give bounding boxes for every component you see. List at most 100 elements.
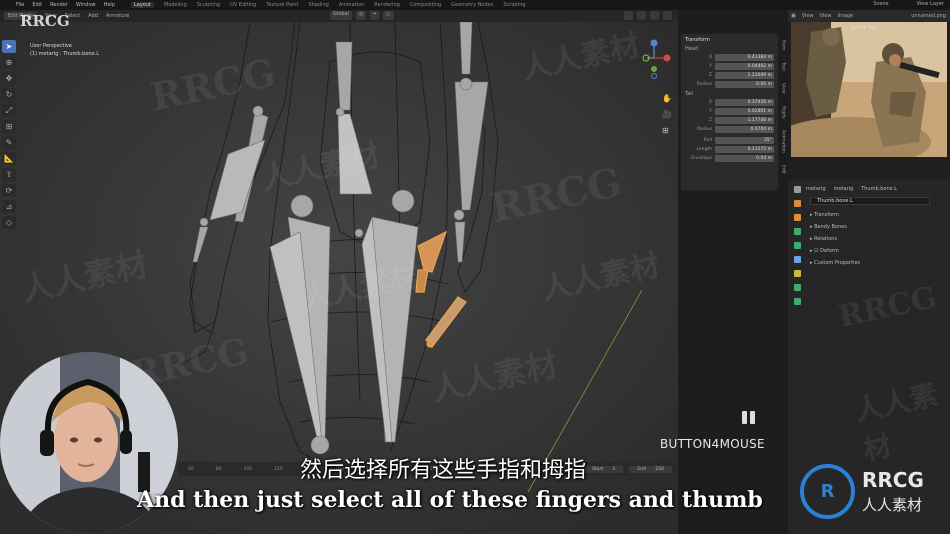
- output-props-icon[interactable]: [793, 214, 801, 221]
- menu-armature[interactable]: Armature: [106, 13, 129, 19]
- rotate-icon[interactable]: ↻: [2, 88, 16, 101]
- bone-size-icon[interactable]: ⊿: [2, 200, 16, 213]
- envelope-row: Envelope 0.04 m: [691, 154, 774, 162]
- section-custom-properties[interactable]: ▸ Custom Properties: [806, 257, 948, 269]
- length-field[interactable]: 0.11272 m: [715, 145, 774, 153]
- roll-field[interactable]: 35°: [715, 136, 774, 144]
- menu-help[interactable]: Help: [104, 2, 115, 8]
- image-editor-header: ▣ View View Image unnamed.png: [788, 10, 950, 22]
- tail-y-field[interactable]: 0.02801 m: [715, 107, 774, 115]
- tab-item[interactable]: Item: [781, 40, 786, 50]
- xray-icon[interactable]: [637, 11, 646, 20]
- hand-pan-icon[interactable]: ✋: [662, 94, 672, 104]
- tool-props-icon[interactable]: [793, 186, 801, 193]
- section-deform[interactable]: ▸ ☑ Deform: [806, 245, 948, 257]
- tail-z-field[interactable]: 1.17746 m: [715, 116, 774, 124]
- measure-icon[interactable]: 📐: [2, 152, 16, 165]
- pivot-icon[interactable]: ◎: [355, 11, 367, 20]
- render-props-icon[interactable]: [793, 200, 801, 207]
- transform-icon[interactable]: ⊞: [2, 120, 16, 133]
- keypress-overlay: BUTTON4MOUSE: [660, 411, 765, 451]
- cursor-icon[interactable]: ⊕: [2, 56, 16, 69]
- tab-rigify[interactable]: Rigify: [781, 106, 786, 119]
- head-z-field[interactable]: 1.21049 m: [715, 71, 774, 79]
- transform-panel-title: Transform: [685, 37, 710, 43]
- bone-name-field[interactable]: Thumb.bone.L: [810, 197, 930, 205]
- image-editor-type-icon[interactable]: ▣: [791, 13, 796, 19]
- main-menu: File Edit Render Window Help: [0, 2, 115, 8]
- proportional-icon[interactable]: ○: [383, 11, 394, 20]
- tab-uv-editing[interactable]: UV Editing: [230, 2, 256, 8]
- extrude-icon[interactable]: ⇪: [2, 168, 16, 181]
- bone-constraint-icon[interactable]: [793, 298, 801, 305]
- tail-x-field[interactable]: 0.37416 m: [715, 98, 774, 106]
- viewport-shading-controls: [624, 11, 672, 20]
- tab-modeling[interactable]: Modeling: [164, 2, 187, 8]
- frame-range: Start 1 End 250: [584, 465, 672, 473]
- tab-tool[interactable]: Tool: [781, 62, 786, 71]
- material-shading-icon[interactable]: [663, 11, 672, 20]
- tab-shading[interactable]: Shading: [308, 2, 328, 8]
- head-radius-field[interactable]: 0.00 m: [715, 80, 774, 88]
- tail-z-row: Z 1.17746 m: [708, 116, 774, 124]
- tab-edit[interactable]: Edit: [781, 165, 786, 174]
- snap-icon[interactable]: ⌖: [370, 11, 380, 20]
- overlay-icon[interactable]: [624, 11, 633, 20]
- head-x-field[interactable]: 0.41384 m: [715, 53, 774, 61]
- camera-icon[interactable]: 🎥: [662, 110, 672, 120]
- tab-texture-paint[interactable]: Texture Paint: [266, 2, 298, 8]
- object-props-icon[interactable]: [793, 228, 801, 235]
- tail-y-row: Y 0.02801 m: [709, 107, 774, 115]
- tab-rendering[interactable]: Rendering: [374, 2, 400, 8]
- grid-icon[interactable]: ⊞: [662, 126, 672, 136]
- start-frame-field[interactable]: Start 1: [584, 465, 624, 473]
- navigation-gizmo[interactable]: [640, 36, 680, 80]
- scale-icon[interactable]: ⤢: [2, 104, 16, 117]
- image-menu-view-2[interactable]: View: [820, 13, 832, 19]
- tab-view[interactable]: View: [781, 83, 786, 94]
- tab-layout[interactable]: Layout: [131, 2, 154, 8]
- tail-radius-row: Radius 0.0704 m: [696, 125, 774, 133]
- watermark-cn-right: 人人素材: [851, 377, 941, 467]
- tab-animation-side[interactable]: Animation: [781, 130, 786, 153]
- annotate-icon[interactable]: ✎: [2, 136, 16, 149]
- menu-window[interactable]: Window: [76, 2, 96, 8]
- solid-shading-icon[interactable]: [650, 11, 659, 20]
- corner-watermark-logo: RRCG: [20, 12, 70, 30]
- image-menu-view[interactable]: View: [802, 13, 814, 19]
- image-menu-image[interactable]: Image: [837, 13, 853, 19]
- data-props-icon[interactable]: [793, 284, 801, 291]
- envelope-field[interactable]: 0.04 m: [715, 154, 774, 162]
- roll-icon[interactable]: ⟳: [2, 184, 16, 197]
- move-icon[interactable]: ✥: [2, 72, 16, 85]
- tab-animation[interactable]: Animation: [339, 2, 365, 8]
- section-relations[interactable]: ▸ Relations: [806, 233, 948, 245]
- end-frame-field[interactable]: End 250: [629, 465, 672, 473]
- bone-props-icon[interactable]: [793, 242, 801, 249]
- tab-sculpting[interactable]: Sculpting: [197, 2, 220, 8]
- section-transform[interactable]: ▸ Transform: [806, 209, 948, 221]
- orientation-dropdown[interactable]: Global: [330, 11, 352, 20]
- select-icon[interactable]: ➤: [2, 40, 16, 53]
- image-file-name[interactable]: unnamed.png: [911, 13, 946, 19]
- breadcrumb-bone[interactable]: Thumb.bone.L: [861, 186, 897, 192]
- tab-scripting[interactable]: Scripting: [503, 2, 525, 8]
- scene-selector[interactable]: Scene: [873, 1, 888, 7]
- menu-file[interactable]: File: [16, 2, 24, 8]
- breadcrumb-data[interactable]: metarig: [834, 186, 854, 192]
- constraint-props-icon[interactable]: [793, 270, 801, 277]
- head-y-field[interactable]: 0.04402 m: [715, 62, 774, 70]
- rrcg-logo-sub: 人人素材: [862, 496, 923, 514]
- menu-add[interactable]: Add: [88, 13, 98, 19]
- section-bendy-bones[interactable]: ▸ Bendy Bones: [806, 221, 948, 233]
- breadcrumb-armature[interactable]: metarig: [806, 186, 826, 192]
- tab-geometry-nodes[interactable]: Geometry Nodes: [451, 2, 493, 8]
- tab-compositing[interactable]: Compositing: [410, 2, 441, 8]
- physics-props-icon[interactable]: [793, 256, 801, 263]
- menu-render[interactable]: Render: [50, 2, 68, 8]
- menu-edit[interactable]: Edit: [32, 2, 42, 8]
- head-z-row: Z 1.21049 m: [708, 71, 774, 79]
- envelope-icon[interactable]: ◇: [2, 216, 16, 229]
- view-layer-selector[interactable]: View Layer: [917, 1, 944, 7]
- tail-radius-field[interactable]: 0.0704 m: [715, 125, 774, 133]
